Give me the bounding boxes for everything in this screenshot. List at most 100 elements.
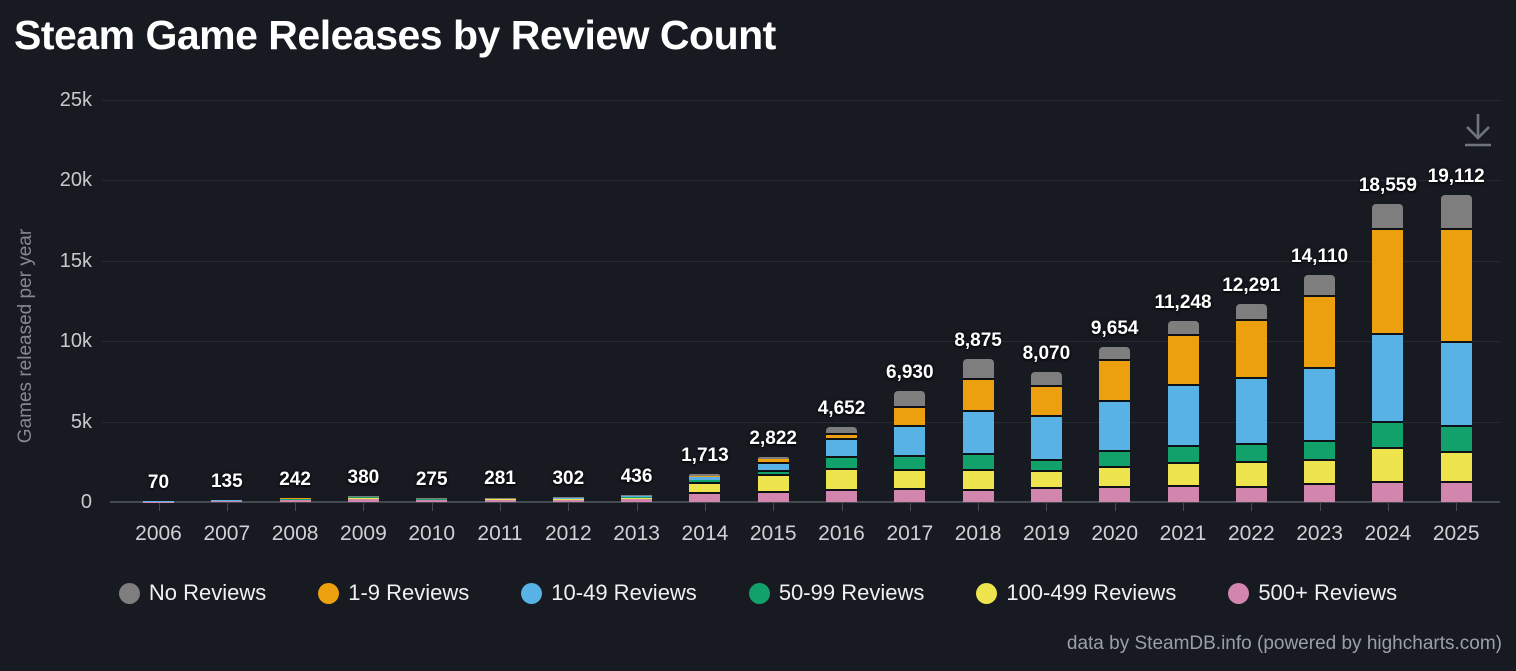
bar-segment-10-49-reviews-2012[interactable]: [553, 498, 584, 499]
bar-segment-10-49-reviews-2013[interactable]: [621, 496, 652, 497]
bar-segment-10-49-reviews-2023[interactable]: [1304, 367, 1335, 441]
bar-segment-500-reviews-2013[interactable]: [621, 499, 652, 502]
x-axis-tick: [910, 503, 911, 511]
bar-segment-500-reviews-2009[interactable]: [348, 499, 379, 502]
bar-segment-1-9-reviews-2024[interactable]: [1372, 228, 1403, 333]
bar-segment-10-49-reviews-2018[interactable]: [963, 410, 994, 453]
bar-segment-10-49-reviews-2017[interactable]: [894, 425, 925, 455]
bar-segment-1-9-reviews-2025[interactable]: [1441, 228, 1472, 341]
bar-segment-no-reviews-2019[interactable]: [1031, 372, 1062, 385]
bar-segment-500-reviews-2015[interactable]: [758, 491, 789, 502]
bar-segment-50-99-reviews-2025[interactable]: [1441, 425, 1472, 451]
bar-segment-10-49-reviews-2021[interactable]: [1168, 384, 1199, 445]
bar-segment-1-9-reviews-2022[interactable]: [1236, 319, 1267, 377]
chart-title: Steam Game Releases by Review Count: [14, 12, 776, 59]
bar-segment-10-49-reviews-2020[interactable]: [1099, 400, 1130, 450]
bar-segment-1-9-reviews-2020[interactable]: [1099, 359, 1130, 399]
bar-total-label-2019: 8,070: [986, 343, 1106, 365]
bar-segment-500-reviews-2023[interactable]: [1304, 483, 1335, 502]
x-axis-tick: [1183, 503, 1184, 511]
bar-segment-500-reviews-2022[interactable]: [1236, 486, 1267, 502]
bar-segment-100-499-reviews-2015[interactable]: [758, 474, 789, 491]
bar-segment-10-49-reviews-2019[interactable]: [1031, 415, 1062, 459]
bar-segment-500-reviews-2014[interactable]: [689, 492, 720, 502]
bar-segment-100-499-reviews-2010[interactable]: [416, 499, 447, 500]
x-axis-tick: [978, 503, 979, 511]
legend-item-500-reviews[interactable]: 500+ Reviews: [1228, 580, 1397, 606]
bar-segment-50-99-reviews-2016[interactable]: [826, 456, 857, 468]
bar-segment-500-reviews-2020[interactable]: [1099, 486, 1130, 502]
bar-segment-50-99-reviews-2019[interactable]: [1031, 459, 1062, 470]
bar-segment-500-reviews-2021[interactable]: [1168, 485, 1199, 502]
grid-line: [102, 100, 1500, 101]
bar-segment-50-99-reviews-2022[interactable]: [1236, 443, 1267, 462]
bar-segment-50-99-reviews-2013[interactable]: [621, 497, 652, 498]
bar-segment-500-reviews-2012[interactable]: [553, 500, 584, 502]
bar-segment-500-reviews-2010[interactable]: [416, 500, 447, 502]
legend-item-1-9-reviews[interactable]: 1-9 Reviews: [318, 580, 469, 606]
legend-marker-icon: [976, 583, 997, 604]
bar-segment-100-499-reviews-2017[interactable]: [894, 469, 925, 487]
x-axis-tick: [159, 503, 160, 511]
legend-marker-icon: [119, 583, 140, 604]
bar-segment-100-499-reviews-2023[interactable]: [1304, 459, 1335, 484]
bar-segment-100-499-reviews-2011[interactable]: [485, 499, 516, 500]
bar-segment-50-99-reviews-2024[interactable]: [1372, 421, 1403, 447]
bar-segment-500-reviews-2019[interactable]: [1031, 487, 1062, 502]
legend-item-100-499-reviews[interactable]: 100-499 Reviews: [976, 580, 1176, 606]
bar-segment-10-49-reviews-2010[interactable]: [416, 498, 447, 499]
bar-segment-100-499-reviews-2025[interactable]: [1441, 451, 1472, 482]
bar-segment-100-499-reviews-2020[interactable]: [1099, 466, 1130, 486]
legend-marker-icon: [749, 583, 770, 604]
bar-2007: [211, 499, 242, 502]
legend-item-50-99-reviews[interactable]: 50-99 Reviews: [749, 580, 925, 606]
bar-segment-500-reviews-2025[interactable]: [1441, 481, 1472, 502]
bar-segment-50-99-reviews-2018[interactable]: [963, 453, 994, 470]
credits-text[interactable]: data by SteamDB.info (powered by highcha…: [1067, 633, 1502, 655]
bar-segment-100-499-reviews-2007[interactable]: [211, 500, 242, 501]
bar-segment-50-99-reviews-2023[interactable]: [1304, 440, 1335, 459]
bar-segment-100-499-reviews-2024[interactable]: [1372, 447, 1403, 481]
bar-segment-50-99-reviews-2021[interactable]: [1168, 445, 1199, 462]
bar-segment-500-reviews-2024[interactable]: [1372, 481, 1403, 502]
legend-item-10-49-reviews[interactable]: 10-49 Reviews: [521, 580, 697, 606]
bar-segment-1-9-reviews-2023[interactable]: [1304, 295, 1335, 367]
bar-segment-50-99-reviews-2015[interactable]: [758, 470, 789, 475]
chart-container: Steam Game Releases by Review Count Game…: [0, 0, 1516, 671]
legend-label: 100-499 Reviews: [1006, 580, 1176, 606]
bar-segment-10-49-reviews-2025[interactable]: [1441, 341, 1472, 424]
bar-segment-10-49-reviews-2011[interactable]: [485, 498, 516, 499]
bar-segment-100-499-reviews-2009[interactable]: [348, 498, 379, 500]
bar-segment-50-99-reviews-2020[interactable]: [1099, 450, 1130, 466]
bar-segment-500-reviews-2018[interactable]: [963, 489, 994, 502]
bar-segment-500-reviews-2008[interactable]: [280, 500, 311, 502]
x-axis-tick: [637, 503, 638, 511]
bar-segment-100-499-reviews-2016[interactable]: [826, 468, 857, 488]
bar-segment-100-499-reviews-2022[interactable]: [1236, 461, 1267, 486]
bar-segment-100-499-reviews-2012[interactable]: [553, 499, 584, 500]
bar-segment-100-499-reviews-2019[interactable]: [1031, 470, 1062, 488]
bar-segment-100-499-reviews-2013[interactable]: [621, 497, 652, 499]
bar-segment-500-reviews-2007[interactable]: [211, 501, 242, 502]
grid-line: [102, 341, 1500, 342]
bar-segment-no-reviews-2025[interactable]: [1441, 195, 1472, 229]
bar-segment-500-reviews-2017[interactable]: [894, 488, 925, 502]
bar-segment-50-99-reviews-2017[interactable]: [894, 455, 925, 469]
bar-segment-500-reviews-2011[interactable]: [485, 500, 516, 502]
bar-segment-500-reviews-2016[interactable]: [826, 489, 857, 502]
bar-segment-10-49-reviews-2022[interactable]: [1236, 377, 1267, 443]
bar-segment-1-9-reviews-2021[interactable]: [1168, 334, 1199, 384]
bar-segment-10-49-reviews-2024[interactable]: [1372, 333, 1403, 421]
bar-segment-100-499-reviews-2008[interactable]: [280, 499, 311, 500]
bar-segment-100-499-reviews-2021[interactable]: [1168, 462, 1199, 485]
bar-segment-10-49-reviews-2009[interactable]: [348, 496, 379, 497]
bar-segment-10-49-reviews-2008[interactable]: [280, 498, 311, 499]
bar-2019: [1031, 372, 1062, 502]
bar-segment-no-reviews-2024[interactable]: [1372, 204, 1403, 228]
bar-segment-100-499-reviews-2018[interactable]: [963, 469, 994, 488]
legend-item-no-reviews[interactable]: No Reviews: [119, 580, 266, 606]
bar-2021: [1168, 321, 1199, 502]
x-axis-tick: [432, 503, 433, 511]
x-axis-tick: [363, 503, 364, 511]
bar-segment-1-9-reviews-2019[interactable]: [1031, 385, 1062, 415]
